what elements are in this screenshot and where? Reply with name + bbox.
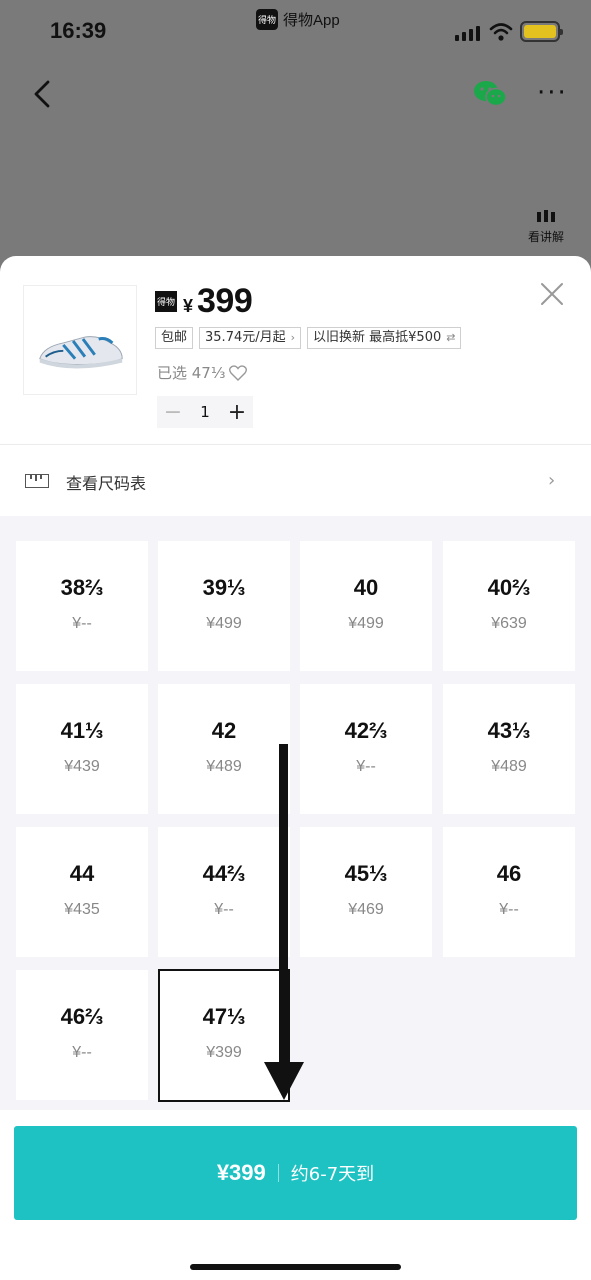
buy-button[interactable]: ¥399 约6-7天到	[14, 1126, 577, 1220]
size-price: ¥499	[348, 615, 384, 632]
promo-tags: 包邮 35.74元/月起 › 以旧换新 最高抵¥500 ⇄	[155, 327, 462, 349]
tag-label: 包邮	[161, 330, 188, 345]
status-time: 16:39	[50, 18, 107, 43]
size-price: ¥--	[499, 901, 519, 918]
selected-size: 已选 47⅓	[157, 362, 248, 383]
price-value: 399	[197, 282, 253, 320]
size-label: 38⅔	[60, 575, 104, 600]
app-caption: 得物 得物App	[256, 9, 340, 30]
product-image	[23, 285, 137, 395]
explain-label: 看讲解	[527, 230, 564, 244]
price-currency: ¥	[183, 296, 194, 316]
annotation-arrow	[264, 744, 304, 1100]
size-label: 42⅔	[344, 718, 388, 743]
size-option[interactable]: 44 ¥435	[16, 827, 148, 957]
size-option[interactable]: 40⅔ ¥639	[443, 541, 575, 671]
size-price: ¥639	[491, 615, 527, 632]
chevron-right-icon: ›	[290, 331, 296, 344]
size-option[interactable]: 40 ¥499	[300, 541, 432, 671]
signal-icon	[455, 26, 480, 41]
more-options-icon[interactable]: ···	[537, 80, 568, 106]
size-label: 45⅓	[344, 861, 388, 886]
home-indicator	[190, 1264, 401, 1270]
tag-installment[interactable]: 35.74元/月起 ›	[199, 327, 302, 349]
size-option[interactable]: 42⅔ ¥--	[300, 684, 432, 814]
ruler-icon	[25, 474, 49, 488]
buy-amount: ¥399	[216, 1160, 266, 1185]
size-option[interactable]: 38⅔ ¥--	[16, 541, 148, 671]
wechat-share-icon[interactable]	[472, 80, 508, 108]
size-option[interactable]: 43⅓ ¥489	[443, 684, 575, 814]
size-option[interactable]: 41⅓ ¥439	[16, 684, 148, 814]
increase-button[interactable]: +	[227, 400, 247, 425]
size-label: 41⅓	[60, 718, 104, 743]
size-label: 40	[353, 575, 379, 600]
size-label: 46⅔	[60, 1004, 104, 1029]
size-chart-label: 查看尺码表	[66, 474, 147, 493]
size-option[interactable]: 46⅔ ¥--	[16, 970, 148, 1100]
tag-trade-in[interactable]: 以旧换新 最高抵¥500 ⇄	[307, 327, 462, 349]
size-price: ¥469	[348, 901, 384, 918]
decrease-button[interactable]: −	[163, 400, 183, 425]
size-price: ¥--	[356, 758, 376, 775]
size-option[interactable]: 39⅓ ¥499	[158, 541, 290, 671]
explain-icon	[523, 206, 569, 222]
chevron-right-icon: ›	[548, 470, 556, 491]
size-label: 42	[211, 718, 237, 743]
selected-size-label: 已选 47⅓	[157, 364, 226, 382]
size-price: ¥489	[491, 758, 527, 775]
size-option[interactable]: 46 ¥--	[443, 827, 575, 957]
buy-eta: 约6-7天到	[290, 1164, 375, 1185]
size-price: ¥--	[72, 615, 92, 632]
tag-label: 35.74元/月起	[205, 330, 286, 345]
size-option[interactable]: 45⅓ ¥469	[300, 827, 432, 957]
back-icon[interactable]	[28, 78, 58, 110]
size-price: ¥435	[64, 901, 100, 918]
tag-label: 以旧换新 最高抵¥500	[313, 330, 442, 345]
size-label: 40⅔	[487, 575, 531, 600]
quantity-value: 1	[200, 403, 210, 421]
product-price: 得物 ¥ 399	[155, 282, 253, 321]
quantity-stepper: − 1 +	[157, 396, 253, 428]
dewu-logo: 得物	[155, 291, 177, 312]
app-logo: 得物	[256, 9, 278, 30]
size-label: 44	[69, 861, 95, 886]
battery-icon	[520, 21, 563, 42]
size-chart-row[interactable]: 查看尺码表 ›	[0, 446, 591, 516]
bottom-bar: ¥399 约6-7天到	[0, 1110, 591, 1280]
size-price: ¥439	[64, 758, 100, 775]
size-label: 39⅓	[202, 575, 246, 600]
status-bar: 16:39 得物 得物App	[0, 0, 591, 62]
divider	[0, 444, 591, 445]
size-selector-sheet: 得物 ¥ 399 包邮 35.74元/月起 › 以旧换新 最高抵¥500 ⇄ 已选 …	[0, 256, 591, 1280]
app-caption-label: 得物App	[283, 12, 340, 29]
close-icon[interactable]	[540, 282, 564, 306]
size-label: 43⅓	[487, 718, 531, 743]
wifi-icon	[489, 23, 513, 41]
size-price: ¥--	[72, 1044, 92, 1061]
heart-icon[interactable]	[229, 364, 248, 381]
swap-icon: ⇄	[446, 331, 456, 344]
size-price: ¥499	[206, 615, 242, 632]
explain-button[interactable]: 看讲解	[523, 206, 569, 245]
buy-separator	[277, 1164, 279, 1182]
size-label: 46	[496, 861, 522, 886]
tag-free-shipping: 包邮	[155, 327, 194, 349]
